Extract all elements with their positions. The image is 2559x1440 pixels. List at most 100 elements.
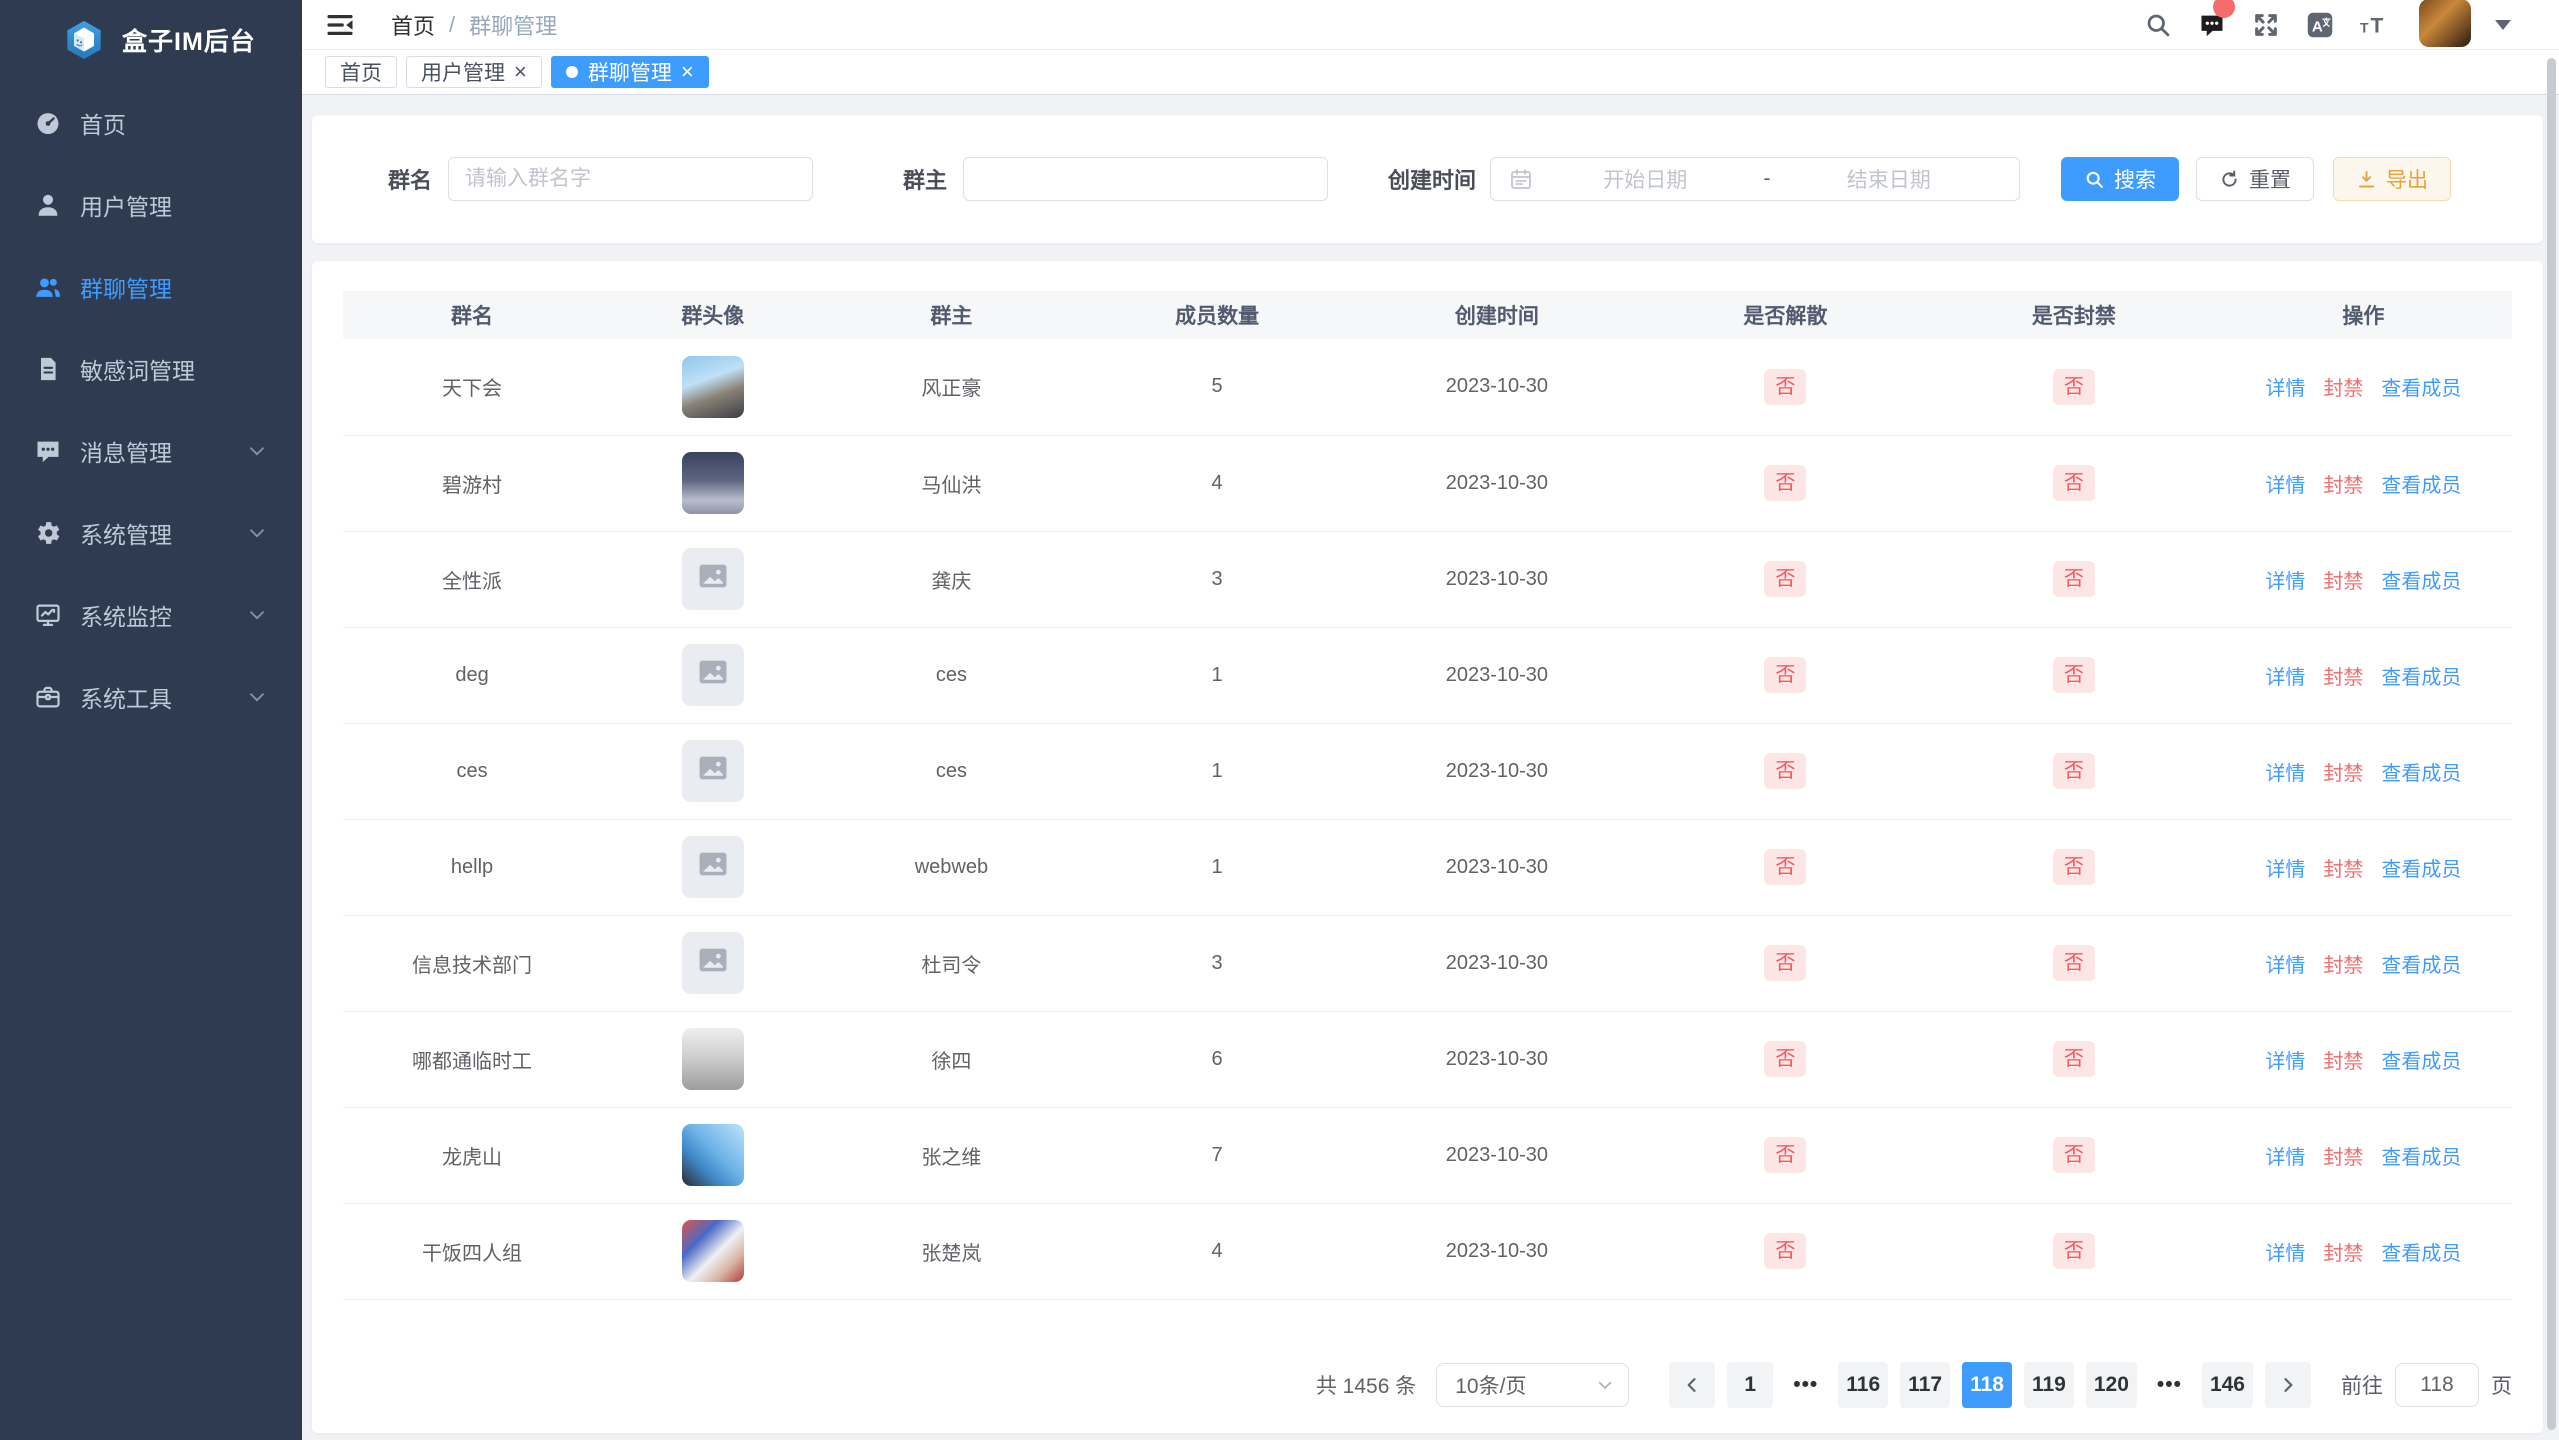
- sidebar-item-label: 系统监控: [80, 598, 246, 632]
- ban-link[interactable]: 封禁: [2323, 859, 2363, 881]
- page-button-116[interactable]: 116: [1838, 1362, 1888, 1408]
- created-time-cell: 2023-10-30: [1356, 1107, 1638, 1203]
- tab-首页[interactable]: 首页: [325, 56, 397, 88]
- ban-link[interactable]: 封禁: [2323, 667, 2363, 689]
- owner-input[interactable]: [963, 157, 1328, 201]
- font-size-icon[interactable]: T T: [2359, 10, 2389, 40]
- message-badge-icon[interactable]: [2197, 10, 2227, 40]
- detail-link[interactable]: 详情: [2265, 763, 2305, 785]
- date-start-placeholder[interactable]: 开始日期: [1533, 164, 1758, 194]
- app-root: 盒子IM后台 首页用户管理群聊管理敏感词管理消息管理系统管理系统监控系统工具 首…: [0, 0, 2559, 1440]
- view-members-link[interactable]: 查看成员: [2381, 378, 2461, 400]
- search-button[interactable]: 搜索: [2061, 157, 2179, 201]
- caret-down-icon[interactable]: [2495, 20, 2511, 30]
- detail-link[interactable]: 详情: [2265, 1147, 2305, 1169]
- sidebar-item-home[interactable]: 首页: [0, 82, 302, 164]
- page-button-119[interactable]: 119: [2024, 1362, 2074, 1408]
- view-members-link[interactable]: 查看成员: [2381, 571, 2461, 593]
- image-icon: [696, 655, 730, 695]
- fold-icon[interactable]: [325, 10, 355, 40]
- ban-link[interactable]: 封禁: [2323, 955, 2363, 977]
- vertical-scrollbar[interactable]: [2547, 58, 2556, 1430]
- ban-link[interactable]: 封禁: [2323, 1147, 2363, 1169]
- sidebar-item-message-manage[interactable]: 消息管理: [0, 410, 302, 492]
- sidebar-item-system-tools[interactable]: 系统工具: [0, 656, 302, 738]
- tab-用户管理[interactable]: 用户管理×: [406, 56, 542, 88]
- translate-icon[interactable]: A: [2305, 10, 2335, 40]
- sidebar-item-system-monitor[interactable]: 系统监控: [0, 574, 302, 656]
- ban-link[interactable]: 封禁: [2323, 571, 2363, 593]
- table-body: 天下会风正豪52023-10-30否否详情封禁查看成员碧游村马仙洪42023-1…: [343, 339, 2512, 1299]
- date-end-placeholder[interactable]: 结束日期: [1777, 164, 2002, 194]
- detail-link[interactable]: 详情: [2265, 1051, 2305, 1073]
- view-members-link[interactable]: 查看成员: [2381, 1051, 2461, 1073]
- group-name-cell: 哪都通临时工: [343, 1011, 601, 1107]
- dissolved-cell: 否: [1638, 819, 1933, 915]
- view-members-link[interactable]: 查看成员: [2381, 955, 2461, 977]
- export-button[interactable]: 导出: [2333, 157, 2451, 201]
- detail-link[interactable]: 详情: [2265, 378, 2305, 400]
- detail-link[interactable]: 详情: [2265, 571, 2305, 593]
- gear-icon: [34, 519, 62, 547]
- table-row: cesces12023-10-30否否详情封禁查看成员: [343, 723, 2512, 819]
- created-time-cell: 2023-10-30: [1356, 819, 1638, 915]
- close-icon[interactable]: ×: [681, 61, 694, 83]
- detail-link[interactable]: 详情: [2265, 475, 2305, 497]
- ban-link[interactable]: 封禁: [2323, 763, 2363, 785]
- detail-link[interactable]: 详情: [2265, 859, 2305, 881]
- group-avatar-cell: [601, 819, 824, 915]
- sidebar-item-sensitive-words[interactable]: 敏感词管理: [0, 328, 302, 410]
- banned-badge: 否: [2053, 849, 2095, 885]
- banned-badge: 否: [2053, 1041, 2095, 1077]
- dissolved-badge: 否: [1764, 753, 1806, 789]
- ban-link[interactable]: 封禁: [2323, 1051, 2363, 1073]
- breadcrumb-home[interactable]: 首页: [391, 9, 435, 41]
- banned-cell: 否: [1933, 1107, 2215, 1203]
- group-name-input[interactable]: [448, 157, 813, 201]
- view-members-link[interactable]: 查看成员: [2381, 1147, 2461, 1169]
- created-time-cell: 2023-10-30: [1356, 1203, 1638, 1299]
- view-members-link[interactable]: 查看成员: [2381, 475, 2461, 497]
- reset-button[interactable]: 重置: [2196, 157, 2314, 201]
- search-icon[interactable]: [2143, 10, 2173, 40]
- ban-link[interactable]: 封禁: [2323, 378, 2363, 400]
- goto-page-input[interactable]: [2395, 1363, 2479, 1407]
- sidebar-item-system-manage[interactable]: 系统管理: [0, 492, 302, 574]
- table-row: 哪都通临时工徐四62023-10-30否否详情封禁查看成员: [343, 1011, 2512, 1107]
- prev-page-button[interactable]: [1669, 1362, 1715, 1408]
- detail-link[interactable]: 详情: [2265, 667, 2305, 689]
- view-members-link[interactable]: 查看成员: [2381, 1243, 2461, 1265]
- page-button-118[interactable]: 118: [1962, 1362, 2012, 1408]
- page-button-117[interactable]: 117: [1900, 1362, 1950, 1408]
- view-members-link[interactable]: 查看成员: [2381, 859, 2461, 881]
- tab-群聊管理[interactable]: 群聊管理×: [551, 56, 709, 88]
- group-name-cell: 信息技术部门: [343, 915, 601, 1011]
- page-button-120[interactable]: 120: [2086, 1362, 2137, 1408]
- dissolved-badge: 否: [1764, 465, 1806, 501]
- group-name-label: 群名: [388, 163, 432, 195]
- date-range-picker[interactable]: 开始日期 - 结束日期: [1490, 157, 2020, 201]
- sidebar-item-user-manage[interactable]: 用户管理: [0, 164, 302, 246]
- view-members-link[interactable]: 查看成员: [2381, 763, 2461, 785]
- content: 群名 群主 创建时间 开始日期 - 结束日期: [302, 95, 2559, 1440]
- next-page-button[interactable]: [2265, 1362, 2311, 1408]
- detail-link[interactable]: 详情: [2265, 1243, 2305, 1265]
- page-button-1[interactable]: 1: [1727, 1362, 1773, 1408]
- page-button-146[interactable]: 146: [2202, 1362, 2253, 1408]
- column-header: 是否封禁: [1933, 291, 2215, 339]
- close-icon[interactable]: ×: [514, 61, 527, 83]
- sidebar-menu: 首页用户管理群聊管理敏感词管理消息管理系统管理系统监控系统工具: [0, 80, 302, 738]
- column-header: 操作: [2215, 291, 2512, 339]
- detail-link[interactable]: 详情: [2265, 955, 2305, 977]
- date-separator: -: [1758, 167, 1777, 191]
- more-pages-icon[interactable]: •••: [1785, 1362, 1826, 1408]
- ban-link[interactable]: 封禁: [2323, 475, 2363, 497]
- fullscreen-icon[interactable]: [2251, 10, 2281, 40]
- ban-link[interactable]: 封禁: [2323, 1243, 2363, 1265]
- view-members-link[interactable]: 查看成员: [2381, 667, 2461, 689]
- user-avatar[interactable]: [2419, 0, 2471, 47]
- page-size-select[interactable]: 10条/页: [1436, 1363, 1629, 1407]
- image-icon: [696, 751, 730, 791]
- more-pages-icon[interactable]: •••: [2149, 1362, 2190, 1408]
- sidebar-item-group-manage[interactable]: 群聊管理: [0, 246, 302, 328]
